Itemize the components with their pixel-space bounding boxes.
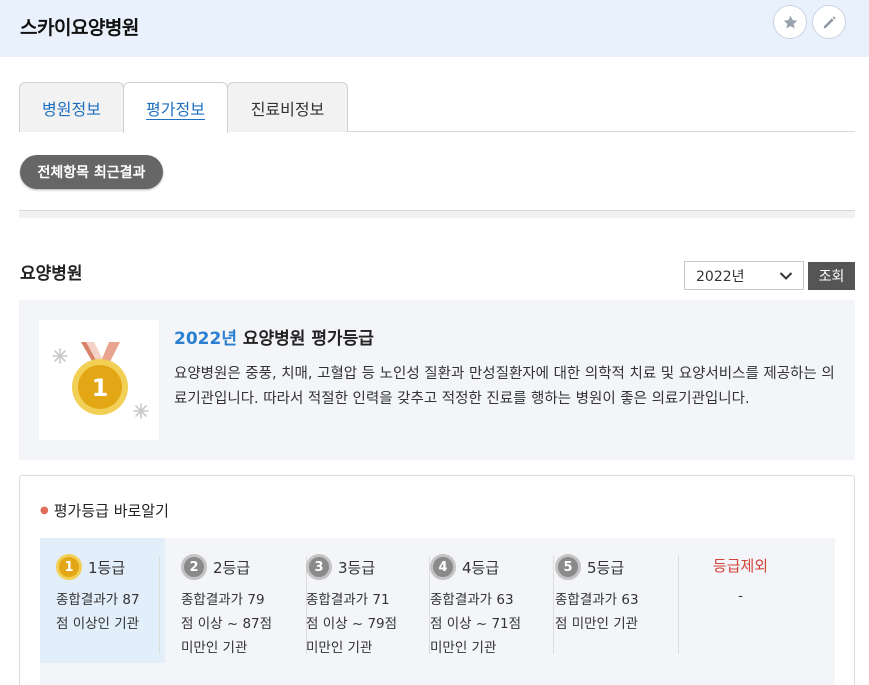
grade-excluded: 등급제외 - bbox=[678, 538, 803, 663]
grade-levels: 1 1등급 종합결과가 87 점 이상인 기관 2 2등급 종합결과가 79 점 이… bbox=[40, 538, 835, 685]
guide-title-text: 평가등급 바로알기 bbox=[53, 502, 169, 520]
grade-desc-line: 종합결과가 71 bbox=[306, 592, 390, 608]
grade-level-head: 2 2등급 bbox=[181, 554, 250, 580]
grade-description: 종합결과가 63 점 이상 ~ 71점 미만인 기관 bbox=[430, 588, 540, 660]
year-select[interactable]: 2022년 bbox=[684, 261, 804, 290]
grade-desc-line: 점 이상 ~ 87점 bbox=[181, 616, 273, 632]
grade-label: 4등급 bbox=[462, 558, 500, 577]
medal-image: 1 bbox=[39, 320, 159, 440]
grade-badge-icon: 1 bbox=[56, 554, 82, 580]
page-header: 스카이요양병원 bbox=[0, 0, 869, 57]
excluded-label: 등급제외 bbox=[712, 557, 769, 575]
tab-hospital-info[interactable]: 병원정보 bbox=[19, 82, 124, 132]
grade-desc-line: 점 이상인 기관 bbox=[56, 616, 140, 632]
grade-level-3: 3 3등급 종합결과가 71 점 이상 ~ 79점 미만인 기관 bbox=[290, 538, 415, 663]
grade-badge-icon: 2 bbox=[181, 554, 207, 580]
grade-desc-line: 미만인 기관 bbox=[306, 640, 373, 656]
grade-description: 요양병원은 중풍, 치매, 고혈압 등 노인성 질환과 만성질환자에 대한 의학… bbox=[174, 366, 835, 407]
medal-number: 1 bbox=[92, 374, 109, 402]
grade-desc-line: 미만인 기관 bbox=[181, 640, 248, 656]
year-select-value: 2022년 bbox=[696, 268, 745, 285]
grade-desc-line: 점 미만인 기관 bbox=[555, 616, 639, 632]
grade-year: 2022년 bbox=[174, 329, 237, 349]
edit-button[interactable] bbox=[812, 5, 846, 39]
grade-level-head: 1 1등급 bbox=[56, 554, 125, 580]
grade-guide: ● 평가등급 바로알기 1 1등급 종합결과가 87 점 이상인 기관 2 2등급 종… bbox=[19, 475, 855, 685]
guide-title: ● 평가등급 바로알기 bbox=[40, 500, 169, 521]
column-divider bbox=[159, 556, 160, 654]
grade-level-5: 5 5등급 종합결과가 63 점 미만인 기관 bbox=[539, 538, 664, 663]
grade-label: 5등급 bbox=[587, 558, 625, 577]
star-icon bbox=[783, 15, 797, 29]
tab-bar: 병원정보 평가정보 진료비정보 bbox=[19, 82, 855, 133]
hospital-name: 스카이요양병원 bbox=[20, 17, 139, 39]
grade-badge-icon: 4 bbox=[430, 554, 456, 580]
tab-medical-fee-info[interactable]: 진료비정보 bbox=[227, 82, 348, 132]
grade-desc-line: 종합결과가 87 bbox=[56, 592, 140, 608]
grade-summary-card: 1 2022년 요양병원 평가등급 요양병원은 중풍, 치매, 고혈압 등 노인… bbox=[19, 300, 855, 460]
latest-results-button[interactable]: 전체항목 최근결과 bbox=[20, 155, 163, 189]
chevron-down-icon bbox=[779, 272, 793, 280]
favorite-button[interactable] bbox=[773, 5, 807, 39]
bullet-icon: ● bbox=[40, 505, 49, 516]
tab-evaluation-info[interactable]: 평가정보 bbox=[123, 82, 228, 133]
grade-desc-line: 종합결과가 63 bbox=[555, 592, 639, 608]
query-button[interactable]: 조회 bbox=[808, 262, 855, 290]
pencil-icon bbox=[823, 16, 835, 28]
section-title: 요양병원 bbox=[20, 264, 83, 284]
grade-desc-line: 미만인 기관 bbox=[430, 640, 497, 656]
grade-level-4: 4 4등급 종합결과가 63 점 이상 ~ 71점 미만인 기관 bbox=[414, 538, 539, 663]
grade-title-text: 요양병원 평가등급 bbox=[236, 329, 374, 349]
grade-title: 2022년 요양병원 평가등급 bbox=[174, 324, 374, 349]
grade-level-2: 2 2등급 종합결과가 79 점 이상 ~ 87점 미만인 기관 bbox=[165, 538, 290, 663]
grade-label: 1등급 bbox=[88, 558, 126, 577]
grade-badge-icon: 3 bbox=[306, 554, 332, 580]
grade-badge-icon: 5 bbox=[555, 554, 581, 580]
gold-medal-icon: 1 bbox=[52, 342, 149, 419]
grade-desc-line: 종합결과가 63 bbox=[430, 592, 514, 608]
grade-description: 종합결과가 87 점 이상인 기관 bbox=[56, 588, 166, 636]
section-divider bbox=[19, 210, 855, 218]
grade-level-head: 3 3등급 bbox=[306, 554, 375, 580]
grade-level-1: 1 1등급 종합결과가 87 점 이상인 기관 bbox=[40, 538, 165, 663]
grade-desc-line: 점 이상 ~ 79점 bbox=[306, 616, 398, 632]
grade-label: 3등급 bbox=[338, 558, 376, 577]
grade-desc-line: 점 이상 ~ 71점 bbox=[430, 616, 522, 632]
grade-description: 종합결과가 63 점 미만인 기관 bbox=[555, 588, 665, 636]
grade-level-head: 5 5등급 bbox=[555, 554, 624, 580]
grade-description: 종합결과가 79 점 이상 ~ 87점 미만인 기관 bbox=[181, 588, 291, 660]
grade-desc-line: 종합결과가 79 bbox=[181, 592, 265, 608]
grade-level-head: 4 4등급 bbox=[430, 554, 499, 580]
excluded-description: - bbox=[738, 588, 743, 604]
grade-description: 종합결과가 71 점 이상 ~ 79점 미만인 기관 bbox=[306, 588, 416, 660]
grade-label: 2등급 bbox=[213, 558, 251, 577]
